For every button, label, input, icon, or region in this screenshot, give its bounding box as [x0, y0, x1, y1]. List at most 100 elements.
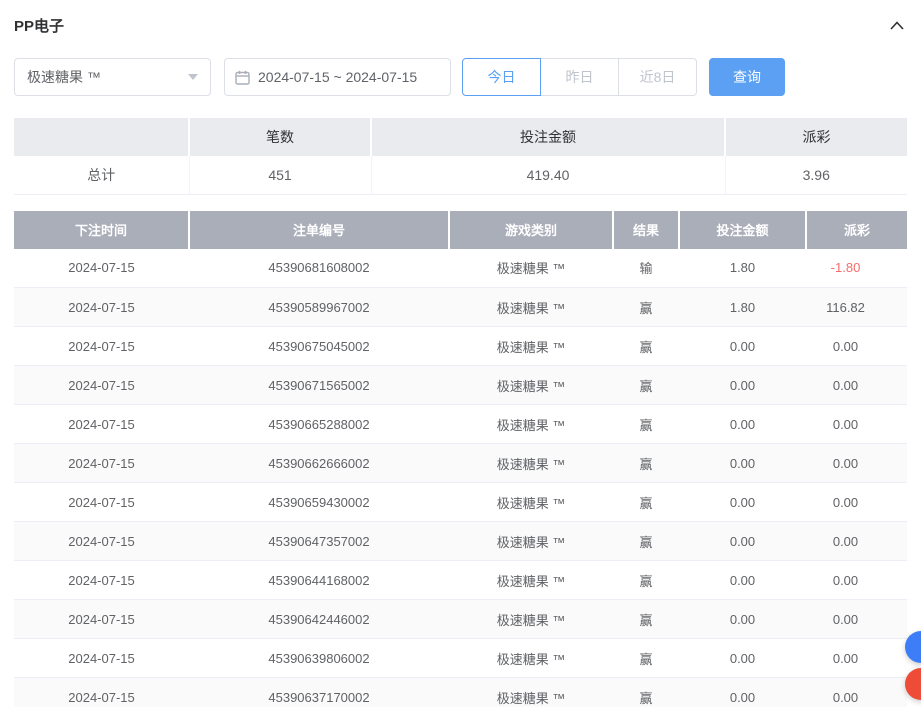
cell-bet-amount: 0.00: [679, 444, 806, 483]
header-result: 结果: [613, 211, 679, 249]
header-game-type: 游戏类别: [449, 211, 613, 249]
filter-row: 极速糖果 ™ 2024-07-15 ~ 2024-07-15 今日 昨日 近8日…: [14, 58, 907, 96]
bet-table-header-row: 下注时间 注单编号 游戏类别 结果 投注金额 派彩: [14, 211, 907, 249]
cell-bet-time: 2024-07-15: [14, 444, 189, 483]
cell-bet-amount: 0.00: [679, 483, 806, 522]
game-select[interactable]: 极速糖果 ™: [14, 58, 211, 96]
cell-game-type: 极速糖果 ™: [449, 288, 613, 327]
cell-game-type: 极速糖果 ™: [449, 522, 613, 561]
cell-bet-time: 2024-07-15: [14, 327, 189, 366]
cell-result: 赢: [613, 444, 679, 483]
cell-bet-time: 2024-07-15: [14, 483, 189, 522]
table-row: 2024-07-1545390589967002极速糖果 ™赢1.80116.8…: [14, 288, 907, 327]
bet-table: 下注时间 注单编号 游戏类别 结果 投注金额 派彩 2024-07-154539…: [14, 211, 907, 707]
table-row: 2024-07-1545390662666002极速糖果 ™赢0.000.00: [14, 444, 907, 483]
date-range-value: 2024-07-15 ~ 2024-07-15: [258, 69, 417, 85]
cell-order-id: 45390644168002: [189, 561, 449, 600]
summary-total-bet-amount: 419.40: [371, 156, 725, 194]
cell-payout: -1.80: [806, 249, 907, 288]
cell-payout: 0.00: [806, 483, 907, 522]
header-bet-time: 下注时间: [14, 211, 189, 249]
cell-bet-time: 2024-07-15: [14, 678, 189, 707]
cell-order-id: 45390637170002: [189, 678, 449, 707]
cell-order-id: 45390671565002: [189, 366, 449, 405]
cell-order-id: 45390665288002: [189, 405, 449, 444]
table-row: 2024-07-1545390644168002极速糖果 ™赢0.000.00: [14, 561, 907, 600]
table-row: 2024-07-1545390642446002极速糖果 ™赢0.000.00: [14, 600, 907, 639]
cell-game-type: 极速糖果 ™: [449, 561, 613, 600]
table-row: 2024-07-1545390675045002极速糖果 ™赢0.000.00: [14, 327, 907, 366]
cell-bet-amount: 0.00: [679, 600, 806, 639]
cell-order-id: 45390647357002: [189, 522, 449, 561]
cell-result: 赢: [613, 639, 679, 678]
cell-bet-time: 2024-07-15: [14, 522, 189, 561]
cell-payout: 0.00: [806, 561, 907, 600]
bet-table-body: 2024-07-1545390681608002极速糖果 ™输1.80-1.80…: [14, 249, 907, 707]
cell-result: 赢: [613, 405, 679, 444]
cell-bet-time: 2024-07-15: [14, 288, 189, 327]
cell-result: 赢: [613, 522, 679, 561]
cell-payout: 0.00: [806, 444, 907, 483]
cell-payout: 0.00: [806, 600, 907, 639]
cell-game-type: 极速糖果 ™: [449, 600, 613, 639]
table-row: 2024-07-1545390659430002极速糖果 ™赢0.000.00: [14, 483, 907, 522]
cell-bet-amount: 0.00: [679, 327, 806, 366]
cell-game-type: 极速糖果 ™: [449, 444, 613, 483]
cell-game-type: 极速糖果 ™: [449, 483, 613, 522]
search-button[interactable]: 查询: [709, 58, 785, 96]
cell-bet-time: 2024-07-15: [14, 600, 189, 639]
cell-game-type: 极速糖果 ™: [449, 327, 613, 366]
cell-order-id: 45390675045002: [189, 327, 449, 366]
header-order-id: 注单编号: [189, 211, 449, 249]
summary-header-bet-amount: 投注金额: [371, 118, 725, 156]
pp-panel: PP电子 极速糖果 ™ 2024-07-15 ~ 2024-07-15 今日 昨…: [0, 0, 921, 707]
chevron-down-icon: [188, 74, 198, 80]
cell-result: 赢: [613, 366, 679, 405]
cell-bet-time: 2024-07-15: [14, 561, 189, 600]
cell-order-id: 45390662666002: [189, 444, 449, 483]
cell-payout: 0.00: [806, 405, 907, 444]
cell-bet-amount: 0.00: [679, 522, 806, 561]
yesterday-button[interactable]: 昨日: [540, 58, 619, 96]
header-bet-amount: 投注金额: [679, 211, 806, 249]
cell-bet-amount: 1.80: [679, 288, 806, 327]
cell-order-id: 45390642446002: [189, 600, 449, 639]
cell-order-id: 45390639806002: [189, 639, 449, 678]
summary-header-payout: 派彩: [725, 118, 907, 156]
summary-total-row: 总计 451 419.40 3.96: [14, 156, 907, 194]
cell-bet-time: 2024-07-15: [14, 366, 189, 405]
cell-order-id: 45390659430002: [189, 483, 449, 522]
today-button[interactable]: 今日: [462, 58, 541, 96]
cell-result: 赢: [613, 288, 679, 327]
summary-table: 笔数 投注金额 派彩 总计 451 419.40 3.96: [14, 118, 907, 195]
table-row: 2024-07-1545390665288002极速糖果 ™赢0.000.00: [14, 405, 907, 444]
table-row: 2024-07-1545390681608002极速糖果 ™输1.80-1.80: [14, 249, 907, 288]
collapse-button[interactable]: [887, 15, 907, 35]
summary-header-blank: [14, 118, 189, 156]
cell-bet-amount: 0.00: [679, 405, 806, 444]
cell-bet-amount: 0.00: [679, 561, 806, 600]
quick-date-button-group: 今日 昨日 近8日: [462, 58, 697, 96]
date-range-input[interactable]: 2024-07-15 ~ 2024-07-15: [224, 58, 451, 96]
cell-payout: 0.00: [806, 522, 907, 561]
cell-bet-time: 2024-07-15: [14, 405, 189, 444]
last-8-days-button[interactable]: 近8日: [618, 58, 697, 96]
panel-title: PP电子: [14, 15, 64, 36]
cell-result: 赢: [613, 327, 679, 366]
summary-header-row: 笔数 投注金额 派彩: [14, 118, 907, 156]
summary-total-label: 总计: [14, 156, 189, 194]
cell-game-type: 极速糖果 ™: [449, 249, 613, 288]
chevron-up-icon: [890, 21, 904, 30]
cell-game-type: 极速糖果 ™: [449, 639, 613, 678]
panel-header: PP电子: [14, 0, 907, 44]
summary-total-payout: 3.96: [725, 156, 907, 194]
header-payout: 派彩: [806, 211, 907, 249]
cell-payout: 0.00: [806, 327, 907, 366]
calendar-icon: [235, 70, 250, 85]
summary-total-count: 451: [189, 156, 371, 194]
cell-payout: 116.82: [806, 288, 907, 327]
cell-bet-time: 2024-07-15: [14, 249, 189, 288]
cell-result: 赢: [613, 483, 679, 522]
game-select-value: 极速糖果 ™: [27, 67, 101, 87]
cell-bet-amount: 1.80: [679, 249, 806, 288]
